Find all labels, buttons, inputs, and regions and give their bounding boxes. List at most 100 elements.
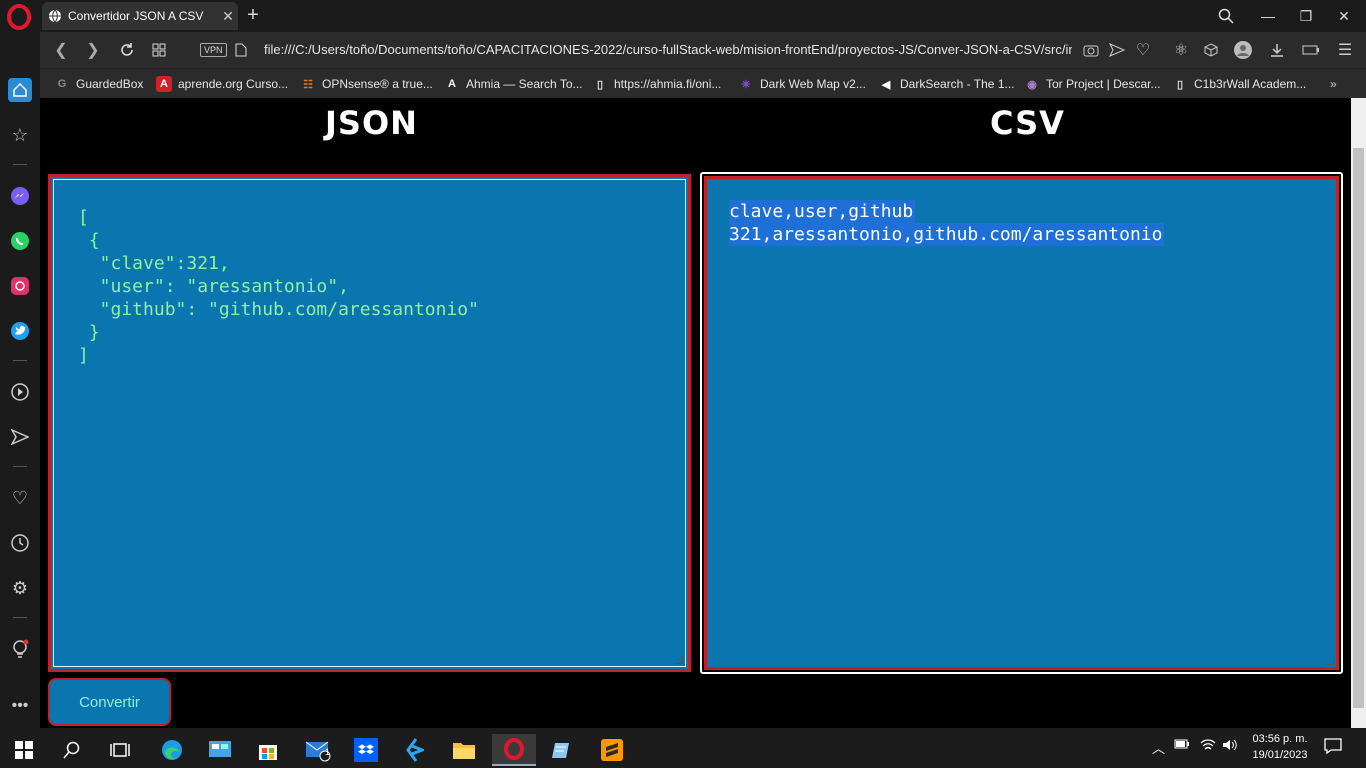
clock-time: 03:56 p. m. [1252, 733, 1308, 745]
vpn-badge[interactable]: VPN [200, 43, 227, 57]
opnsense-icon: ☷ [303, 78, 313, 91]
control-panel-icon[interactable] [200, 734, 240, 766]
dropbox-icon[interactable] [346, 734, 386, 766]
bookmark-opnsense[interactable]: ☷ OPNsense® a true... [300, 75, 433, 93]
darkwebmap-icon: ✳ [741, 78, 751, 91]
tab-close-icon[interactable]: ✕ [218, 8, 238, 25]
bookmark-aprende[interactable]: Aaprende.org Curso... [156, 75, 288, 93]
minimize-icon[interactable]: — [1254, 4, 1282, 28]
battery-icon[interactable] [1174, 738, 1190, 753]
bookmark-label: Ahmia — Search To... [466, 77, 583, 91]
csv-heading: CSV [990, 104, 1065, 142]
sublime-text-icon[interactable] [592, 734, 632, 766]
easy-setup-icon[interactable]: ☰ [1336, 41, 1354, 59]
back-icon[interactable]: ❮ [50, 40, 72, 60]
bookmarks-bar: G GuardedBox Aaprende.org Curso... ☷ OPNse… [40, 68, 1366, 98]
messenger-icon[interactable] [8, 184, 32, 208]
bookmark-darksearch[interactable]: ◀ DarkSearch - The 1... [878, 75, 1015, 93]
json-line: "github": "github.com/aressantonio" [78, 299, 479, 320]
windows-start-icon[interactable] [4, 734, 44, 766]
store-icon[interactable] [248, 734, 288, 766]
forward-icon[interactable]: ❯ [82, 40, 104, 60]
mail-icon[interactable]: 1 [298, 734, 338, 766]
player-icon[interactable] [8, 380, 32, 404]
history-icon[interactable] [8, 531, 32, 555]
bookmark-darkwebmap[interactable]: ✳ Dark Web Map v2... [738, 75, 865, 93]
json-line: [ [78, 207, 89, 228]
vscode-icon[interactable] [394, 734, 434, 766]
tab-active[interactable]: Convertidor JSON A CSV ✕ [42, 2, 238, 30]
close-window-icon[interactable]: ✕ [1330, 4, 1358, 28]
page-icon: ▯ [596, 78, 604, 91]
aprende-icon: A [156, 76, 172, 92]
resize-handle[interactable] [1326, 657, 1334, 665]
url-field[interactable]: file:///C:/Users/toño/Documents/toño/CAP… [264, 42, 1072, 57]
windows-taskbar: 1 ︿ 03:56 p. m. 19/01/2023 [0, 728, 1366, 768]
scrollbar-thumb[interactable] [1353, 148, 1364, 708]
json-line: ] [78, 345, 89, 366]
restore-icon[interactable]: ❐ [1292, 4, 1320, 28]
more-dots-icon[interactable]: ••• [8, 694, 32, 718]
json-heading: JSON [325, 104, 418, 142]
tor-icon: ◉ [1027, 78, 1037, 91]
convert-button[interactable]: Convertir [48, 678, 171, 726]
react-icon[interactable]: ⚛ [1172, 41, 1190, 59]
tab-title: Convertidor JSON A CSV [68, 9, 204, 23]
camera-icon[interactable] [1082, 41, 1100, 59]
bookmark-torproject[interactable]: ◉ Tor Project | Descar... [1024, 75, 1160, 93]
bookmark-label: https://ahmia.fi/oni... [614, 77, 722, 91]
tabs-grid-icon[interactable] [148, 40, 170, 60]
notepad-icon[interactable] [542, 734, 582, 766]
file-explorer-icon[interactable] [444, 734, 484, 766]
resize-handle[interactable] [675, 656, 683, 664]
json-textarea-inner: [ { "clave":321, "user": "aressantonio",… [53, 179, 686, 667]
bookmark-label: DarkSearch - The 1... [900, 77, 1015, 91]
bookmark-label: GuardedBox [76, 77, 144, 91]
page-scrollbar[interactable] [1351, 98, 1366, 728]
darksearch-icon: ◀ [881, 78, 891, 91]
settings-gear-icon[interactable]: ⚙ [8, 576, 32, 600]
search-tabs-icon[interactable] [1212, 4, 1240, 28]
bookmark-c1b3rwall[interactable]: ▯ C1b3rWall Academ... [1172, 75, 1306, 93]
taskbar-clock[interactable]: 03:56 p. m. 19/01/2023 [1240, 731, 1320, 763]
opera-taskbar-icon[interactable] [492, 734, 536, 766]
bookmark-guardedbox[interactable]: G GuardedBox [54, 75, 144, 93]
wifi-icon[interactable] [1200, 738, 1216, 755]
sidebar-divider [13, 617, 27, 618]
json-line: "user": "aressantonio", [78, 276, 349, 297]
bookmarks-more-icon[interactable]: » [1330, 75, 1337, 93]
cube-icon[interactable] [1202, 41, 1220, 59]
browser-title-bar: Convertidor JSON A CSV ✕ + — ❐ ✕ [0, 0, 1366, 32]
whatsapp-icon[interactable] [8, 229, 32, 253]
flow-send-icon[interactable] [8, 425, 32, 449]
sidebar-divider [13, 466, 27, 467]
sidebar-divider [13, 360, 27, 361]
opera-logo-icon[interactable] [6, 4, 32, 30]
notification-center-icon[interactable] [1324, 738, 1342, 757]
download-icon[interactable] [1268, 41, 1286, 59]
heart-icon[interactable]: ♡ [1134, 41, 1152, 59]
battery-saver-icon[interactable] [1302, 41, 1320, 59]
bookmark-ahmia[interactable]: A Ahmia — Search To... [444, 75, 583, 93]
tray-chevron-icon[interactable]: ︿ [1152, 738, 1165, 757]
file-icon [230, 40, 252, 60]
lightbulb-icon[interactable] [8, 637, 32, 661]
csv-output-textarea[interactable]: clave,user,github 321,aressantonio,githu… [700, 172, 1343, 674]
bookmark-label: aprende.org Curso... [178, 77, 289, 91]
edge-icon[interactable] [152, 734, 192, 766]
new-tab-icon[interactable]: + [244, 4, 262, 26]
task-view-icon[interactable] [100, 734, 140, 766]
search-icon[interactable] [52, 734, 92, 766]
volume-icon[interactable] [1222, 738, 1238, 755]
send-icon[interactable] [1108, 41, 1126, 59]
reload-icon[interactable] [116, 40, 138, 60]
profile-avatar[interactable] [1234, 41, 1252, 59]
home-icon[interactable] [8, 78, 32, 102]
csv-output-text: clave,user,github 321,aressantonio,githu… [729, 200, 1165, 246]
twitter-icon[interactable] [8, 319, 32, 343]
json-input-textarea[interactable]: [ { "clave":321, "user": "aressantonio",… [48, 174, 691, 672]
instagram-icon[interactable] [8, 274, 32, 298]
star-icon[interactable]: ☆ [8, 123, 32, 147]
bookmark-ahmia-onion[interactable]: ▯ https://ahmia.fi/oni... [592, 75, 721, 93]
heart-icon[interactable]: ♡ [8, 486, 32, 510]
